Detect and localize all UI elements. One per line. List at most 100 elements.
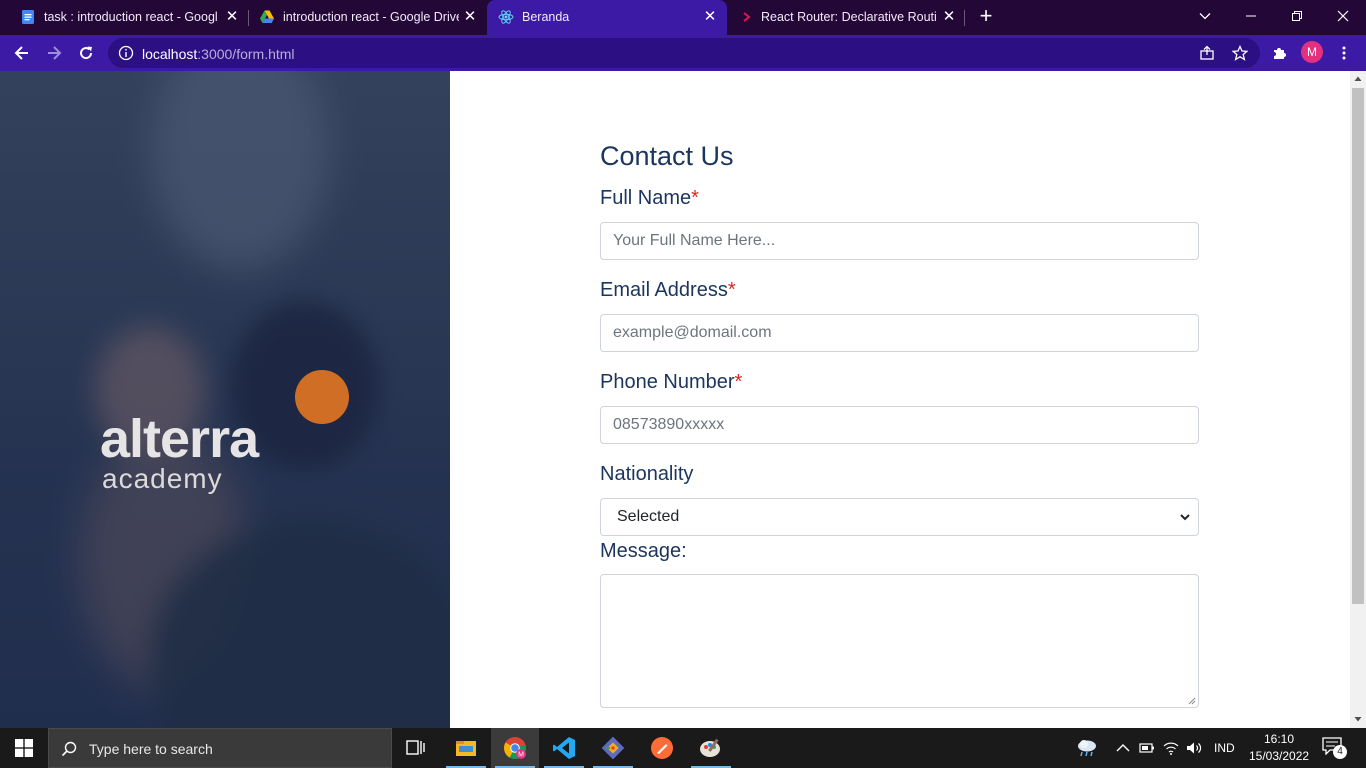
forward-button[interactable]: [39, 38, 69, 68]
phone-input[interactable]: [600, 406, 1199, 444]
tab-react-router[interactable]: React Router: Declarative Routing ✕: [728, 0, 964, 35]
full-name-label: Full Name*: [600, 187, 699, 210]
svg-text:M: M: [518, 752, 524, 759]
tab-introduction-react-drive[interactable]: introduction react - Google Drive ✕: [248, 0, 486, 35]
select-value: Selected: [617, 508, 680, 525]
clock-time[interactable]: 16:10: [1264, 732, 1294, 746]
label-text: Phone Number: [600, 371, 735, 393]
phone-label: Phone Number*: [600, 371, 742, 394]
google-drive-icon: [260, 10, 274, 23]
input-language[interactable]: IND: [1214, 741, 1235, 755]
search-icon: [61, 741, 77, 757]
message-label: Message:: [600, 540, 687, 562]
vscode-icon: [553, 737, 575, 759]
windows-logo-icon: [15, 739, 33, 757]
tab-title: React Router: Declarative Routing: [761, 10, 937, 24]
notification-badge: 4: [1333, 745, 1347, 759]
url-text: localhost:3000/form.html: [142, 46, 295, 62]
logo-word: alterra: [100, 409, 259, 469]
task-view-button[interactable]: [392, 728, 440, 768]
reload-icon: [80, 46, 93, 60]
chrome-icon: M: [504, 737, 526, 759]
paint-button[interactable]: [687, 728, 735, 768]
scrollbar-thumb[interactable]: [1352, 88, 1364, 604]
more-vertical-icon: [1342, 46, 1346, 60]
file-explorer-button[interactable]: [442, 728, 490, 768]
weather-rain-icon[interactable]: [1075, 738, 1099, 758]
google-docs-icon: [22, 10, 34, 24]
url-path: :3000/form.html: [197, 46, 295, 62]
chevron-down-icon: [1199, 13, 1211, 20]
restore-button[interactable]: [1274, 0, 1320, 32]
address-bar[interactable]: localhost:3000/form.html: [108, 38, 1260, 68]
full-name-input[interactable]: [600, 222, 1199, 260]
taskbar-search[interactable]: Type here to search: [48, 728, 392, 768]
browser-toolbar: localhost:3000/form.html: [0, 35, 1366, 71]
bookmark-button[interactable]: [1225, 38, 1255, 68]
speaker-icon[interactable]: [1186, 740, 1202, 756]
postman-button[interactable]: [638, 728, 686, 768]
minimize-button[interactable]: [1228, 0, 1274, 32]
git-icon: [601, 736, 625, 760]
star-icon: [1232, 45, 1248, 61]
browser-menu-button[interactable]: [1329, 38, 1359, 68]
task-view-icon: [406, 740, 425, 755]
paint-icon: [700, 738, 720, 757]
search-placeholder: Type here to search: [89, 741, 213, 757]
wifi-icon[interactable]: [1163, 740, 1179, 756]
close-icon: [1337, 10, 1349, 22]
close-tab-icon[interactable]: ✕: [224, 9, 240, 25]
form-heading: Contact Us: [600, 141, 734, 171]
react-icon: [498, 10, 514, 24]
restore-icon: [1292, 11, 1302, 21]
share-button[interactable]: [1192, 38, 1222, 68]
react-router-icon: [743, 12, 751, 22]
extensions-button[interactable]: [1265, 38, 1295, 68]
label-text: Full Name: [600, 187, 692, 209]
logo-subtitle: academy: [102, 463, 223, 494]
nationality-select[interactable]: Selected: [600, 498, 1199, 536]
profile-avatar[interactable]: M: [1301, 41, 1323, 63]
clock-date[interactable]: 15/03/2022: [1249, 749, 1309, 763]
vscode-button[interactable]: [540, 728, 588, 768]
tab-task-introduction-react[interactable]: task : introduction react - Google ✕: [0, 0, 248, 35]
required-mark: *: [727, 279, 736, 301]
chevron-up-icon[interactable]: [1115, 740, 1131, 756]
logo-orange-circle: [295, 370, 349, 424]
tab-beranda[interactable]: Beranda ✕: [487, 0, 727, 35]
required-mark: *: [734, 371, 743, 393]
tab-title: introduction react - Google Drive: [283, 10, 459, 24]
close-tab-icon[interactable]: ✕: [941, 9, 957, 25]
message-textarea[interactable]: [600, 574, 1199, 708]
tab-search-button[interactable]: [1182, 0, 1228, 32]
tab-title: task : introduction react - Google: [44, 10, 218, 24]
page-viewport: alterra academy Contact Us Full Name* Em…: [0, 71, 1366, 728]
windows-taskbar: Type here to search M IND 16:10 15/03/20…: [0, 728, 1366, 768]
reload-button[interactable]: [71, 38, 101, 68]
scroll-up-icon[interactable]: [1354, 75, 1362, 83]
arrow-right-icon: [48, 46, 62, 60]
git-button[interactable]: [589, 728, 637, 768]
chevron-down-icon: [1180, 514, 1190, 521]
chrome-button[interactable]: M: [491, 728, 539, 768]
url-host: localhost: [142, 46, 198, 62]
tab-title: Beranda: [522, 10, 570, 24]
battery-icon[interactable]: [1139, 740, 1155, 756]
start-button[interactable]: [0, 728, 48, 768]
resize-grip-icon[interactable]: [1188, 697, 1196, 705]
new-tab-button[interactable]: +: [964, 0, 1008, 32]
email-input[interactable]: [600, 314, 1199, 352]
close-tab-icon[interactable]: ✕: [702, 9, 718, 25]
file-explorer-icon: [456, 741, 476, 756]
share-icon: [1200, 45, 1214, 60]
back-button[interactable]: [7, 38, 37, 68]
notification-center-button[interactable]: 4: [1322, 737, 1348, 759]
page-scrollbar[interactable]: [1350, 71, 1366, 728]
label-text: Email Address: [600, 279, 728, 301]
close-window-button[interactable]: [1320, 0, 1366, 32]
close-tab-icon[interactable]: ✕: [462, 9, 478, 25]
browser-tab-strip: task : introduction react - Google ✕ int…: [0, 0, 1366, 35]
scroll-down-icon[interactable]: [1354, 715, 1362, 723]
info-icon[interactable]: [118, 45, 134, 61]
nationality-label: Nationality: [600, 463, 694, 485]
